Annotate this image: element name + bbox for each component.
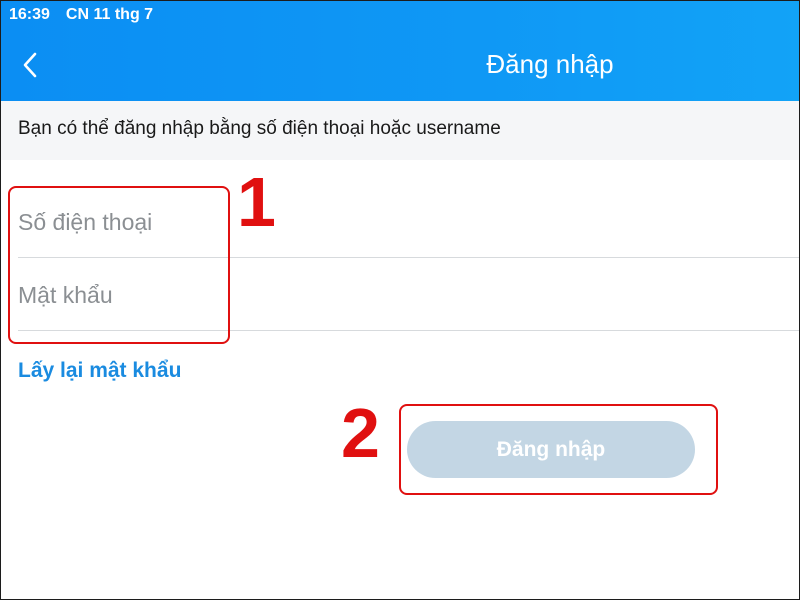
annotation-label-1: 1 xyxy=(237,163,276,241)
annotation-box-1 xyxy=(8,186,230,344)
annotation-label-2: 2 xyxy=(341,394,380,472)
chevron-left-icon[interactable] xyxy=(18,50,44,80)
annotation-box-2 xyxy=(399,404,718,495)
forgot-password-link[interactable]: Lấy lại mật khẩu xyxy=(18,359,181,383)
app-header: 16:39 CN 11 thg 7 Đăng nhập xyxy=(0,0,800,101)
status-date: CN 11 thg 7 xyxy=(65,6,154,23)
status-bar: 16:39 CN 11 thg 7 xyxy=(9,6,153,26)
page-title: Đăng nhập xyxy=(486,49,614,79)
status-time: 16:39 xyxy=(9,6,50,23)
login-hint: Bạn có thể đăng nhập bằng số điện thoại … xyxy=(1,101,799,160)
